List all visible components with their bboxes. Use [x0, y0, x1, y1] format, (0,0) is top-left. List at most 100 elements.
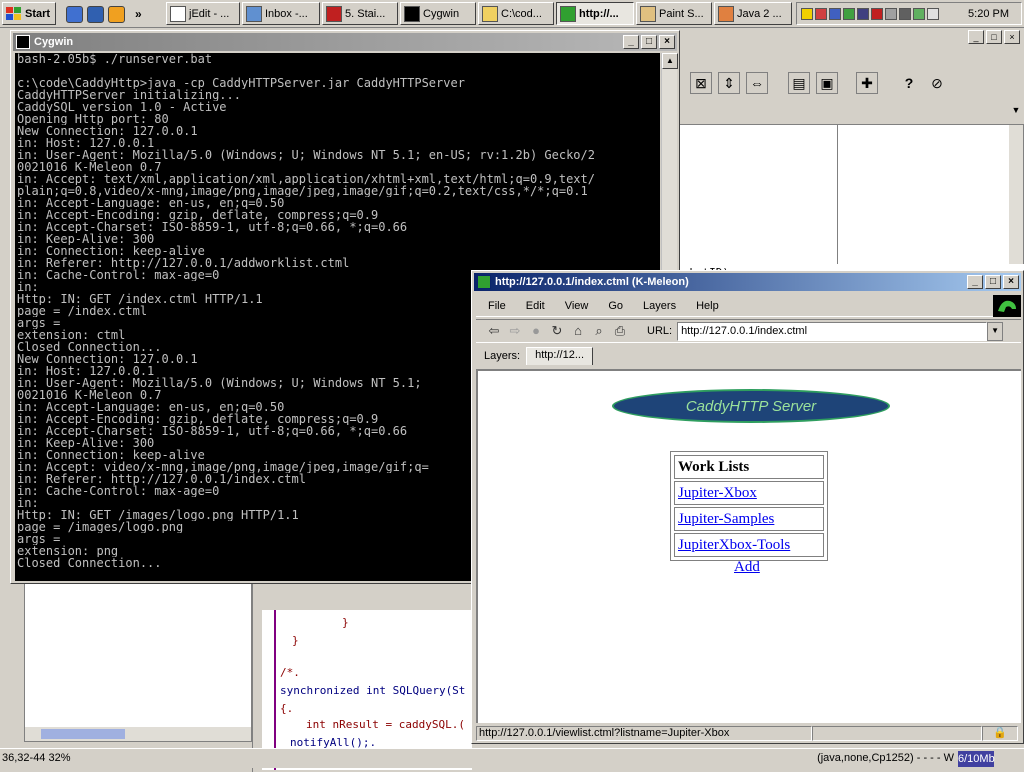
horizontal-split-icon[interactable]: ⇔ [746, 72, 768, 94]
terminal-line: CaddyHTTPServer initializing... [17, 89, 241, 101]
home-icon[interactable]: ⌂ [570, 323, 586, 339]
tray-chart-icon[interactable] [857, 7, 869, 20]
print-icon[interactable]: ⎙ [612, 323, 628, 339]
menu-go[interactable]: Go [596, 300, 631, 312]
ie-icon[interactable] [87, 5, 104, 23]
start-button[interactable]: Start [2, 2, 56, 25]
forward-icon[interactable]: ⇨ [507, 323, 523, 339]
search-icon[interactable]: ⌕ [591, 323, 607, 339]
quick-launch-overflow[interactable]: » [135, 7, 142, 21]
cygwin-icon [16, 35, 30, 49]
stop-icon[interactable]: ● [528, 323, 544, 339]
split-icon[interactable]: ⊠ [690, 72, 712, 94]
tray-app-icon[interactable] [815, 7, 827, 20]
page-viewport[interactable]: CaddyHTTP Server Work Lists Jupiter-Xbox… [476, 369, 1021, 723]
paint-icon [640, 5, 656, 22]
taskbar-button-inbox[interactable]: Inbox -... [242, 2, 320, 25]
lock-icon: 🔒 [982, 726, 1018, 741]
chevron-down-icon[interactable]: ▼ [987, 321, 1004, 341]
code-line: /*. [280, 666, 300, 679]
quick-launch: » [66, 4, 166, 24]
code-line: } [342, 616, 349, 629]
layer-tab[interactable]: http://12... [526, 347, 593, 365]
terminal-line: plain;q=0.8,video/x-mng,image/png,image/… [17, 185, 588, 197]
url-input[interactable] [677, 321, 988, 341]
maximize-button[interactable]: □ [985, 275, 1001, 289]
taskbar-button-paint[interactable]: Paint S... [636, 2, 712, 25]
browser-titlebar[interactable]: http://127.0.0.1/index.ctml (K-Meleon) _… [474, 273, 1021, 291]
menu-edit[interactable]: Edit [514, 300, 553, 312]
java-icon [718, 5, 734, 22]
taskbar-button-label: Paint S... [659, 7, 704, 20]
layers-bar: Layers: http://12... [476, 345, 1021, 367]
clock[interactable]: 5:20 PM [968, 8, 1021, 20]
memory-indicator[interactable]: 6/10Mb [958, 751, 995, 767]
help-icon[interactable]: ? [898, 72, 920, 94]
url-label: URL: [647, 325, 673, 337]
editor-upper-pane[interactable]: ▼ [676, 105, 1024, 285]
close-button[interactable]: × [1003, 275, 1019, 289]
taskbar-button-jedit[interactable]: jEdit - ... [166, 2, 240, 25]
status-progress [812, 726, 982, 741]
pen-icon[interactable] [108, 5, 125, 23]
vertical-split-icon[interactable]: ⇕ [718, 72, 740, 94]
taskbar: Start » jEdit - ... Inbox -... 5. Stai..… [0, 0, 1024, 28]
print-icon[interactable]: ▣ [816, 72, 838, 94]
terminal-line: Opening Http port: 80 [17, 113, 169, 125]
stop-icon[interactable]: ⊘ [926, 72, 948, 94]
page-setup-icon[interactable]: ▤ [788, 72, 810, 94]
minimize-button[interactable]: _ [967, 275, 983, 289]
worklist-link-jupiter-samples[interactable]: Jupiter-Samples [678, 511, 774, 527]
editor-close-button[interactable]: × [1004, 30, 1020, 44]
browser-icon[interactable] [66, 5, 83, 23]
editor-maximize-button[interactable]: □ [986, 30, 1002, 44]
taskbar-button-label: C:\cod... [501, 7, 542, 20]
close-button[interactable]: × [659, 35, 675, 49]
table-row: Jupiter-Samples [674, 507, 824, 531]
pane-dropdown-icon[interactable]: ▼ [1009, 105, 1023, 121]
reload-icon[interactable]: ↻ [549, 323, 565, 339]
terminal-line: in: Host: 127.0.0.1 [17, 137, 155, 149]
terminal-line: in: Referer: http://127.0.0.1/addworklis… [17, 257, 350, 269]
terminal-line: CaddySQL version 1.0 - Active [17, 101, 227, 113]
code-editor[interactable]: } } /*. synchronized int SQLQuery(St {. … [262, 610, 472, 770]
taskbar-button-folder[interactable]: C:\cod... [478, 2, 554, 25]
back-icon[interactable]: ⇦ [486, 323, 502, 339]
worklist-link-jupiter-xbox[interactable]: Jupiter-Xbox [678, 485, 757, 501]
worklist-link-jupiterxbox-tools[interactable]: JupiterXbox-Tools [678, 537, 790, 553]
pane-divider[interactable] [252, 582, 262, 772]
plugin-icon[interactable]: ✚ [856, 72, 878, 94]
window-title: Cygwin [34, 36, 74, 48]
terminal-line: in: Keep-Alive: 300 [17, 233, 155, 245]
menu-help[interactable]: Help [684, 300, 727, 312]
menu-layers[interactable]: Layers [631, 300, 684, 312]
file-browser-pane[interactable] [24, 582, 252, 742]
windows-logo-icon [6, 6, 22, 21]
taskbar-button-browser[interactable]: http://... [556, 2, 634, 25]
tray-volume-icon[interactable] [885, 7, 897, 20]
taskbar-button-label: Cygwin [423, 7, 460, 20]
tray-green-icon[interactable] [913, 7, 925, 20]
tray-network-icon[interactable] [829, 7, 841, 20]
menu-file[interactable]: File [476, 300, 514, 312]
terminal-line: New Connection: 127.0.0.1 [17, 125, 198, 137]
maximize-button[interactable]: □ [641, 35, 657, 49]
scroll-up-icon[interactable]: ▲ [662, 53, 678, 69]
taskbar-button-cygwin[interactable]: Cygwin [400, 2, 476, 25]
tray-monitor-icon[interactable] [843, 7, 855, 20]
k-meleon-icon [477, 275, 491, 289]
terminal-line: c:\code\CaddyHttp>java -cp CaddyHTTPServ… [17, 77, 465, 89]
browser-status-bar: http://127.0.0.1/viewlist.ctml?listname=… [476, 725, 1021, 742]
add-worklist-link[interactable]: Add [734, 559, 760, 576]
tray-close-icon[interactable] [871, 7, 883, 20]
tray-disk-icon[interactable] [899, 7, 911, 20]
tray-smiley-icon[interactable] [801, 7, 813, 20]
cygwin-titlebar[interactable]: Cygwin _ □ × [13, 33, 677, 51]
menu-view[interactable]: View [553, 300, 597, 312]
minimize-button[interactable]: _ [623, 35, 639, 49]
taskbar-button-document[interactable]: 5. Stai... [322, 2, 398, 25]
taskbar-button-java[interactable]: Java 2 ... [714, 2, 792, 25]
tray-doc-icon[interactable] [927, 7, 939, 20]
editor-minimize-button[interactable]: _ [968, 30, 984, 44]
